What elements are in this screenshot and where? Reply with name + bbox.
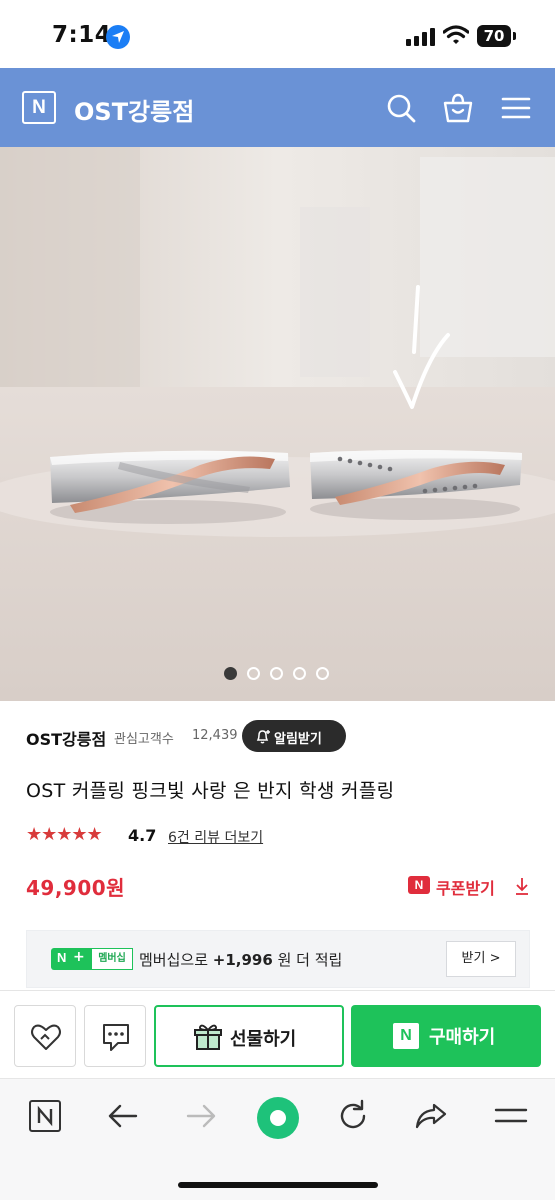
rating-row: ★★★★★ 4.7 6건 리뷰 더보기 bbox=[26, 824, 326, 846]
naver-badge: N bbox=[408, 876, 430, 894]
gift-button[interactable]: 선물하기 bbox=[154, 1005, 344, 1067]
status-time: 7:14 bbox=[52, 22, 112, 48]
store-info-row: OST강릉점 관심고객수 12,439 알림받기 bbox=[26, 720, 536, 752]
store-title[interactable]: OST강릉점 bbox=[74, 92, 194, 127]
menu-icon[interactable] bbox=[494, 1099, 534, 1139]
alarm-subscribe-button[interactable]: 알림받기 bbox=[242, 720, 346, 752]
coupon-label: 쿠폰받기 bbox=[436, 879, 495, 898]
search-icon[interactable] bbox=[385, 92, 417, 124]
menu-icon[interactable] bbox=[500, 92, 532, 124]
store-name-link[interactable]: OST강릉점 bbox=[26, 726, 106, 750]
star-rating-icon: ★★★★★ bbox=[26, 824, 103, 845]
bell-plus-icon bbox=[256, 730, 270, 744]
membership-badge-n: N bbox=[57, 950, 67, 965]
buy-button[interactable]: N 구매하기 bbox=[351, 1005, 541, 1067]
download-icon bbox=[516, 878, 528, 895]
membership-points: +1,996 bbox=[212, 951, 273, 969]
membership-receive-button[interactable]: 받기 > bbox=[446, 941, 516, 977]
product-price: 49,900원 bbox=[26, 876, 126, 900]
carousel-dot[interactable] bbox=[270, 667, 283, 680]
product-image-carousel[interactable] bbox=[0, 147, 555, 701]
carousel-dot[interactable] bbox=[247, 667, 260, 680]
carousel-dot[interactable] bbox=[293, 667, 306, 680]
talk-button[interactable] bbox=[84, 1005, 146, 1067]
battery-indicator: 70 bbox=[477, 25, 516, 47]
gift-button-label: 선물하기 bbox=[230, 1029, 297, 1050]
alarm-button-label: 알림받기 bbox=[274, 732, 322, 747]
coupon-download-button[interactable]: N 쿠폰받기 bbox=[408, 874, 533, 898]
location-arrow-icon bbox=[106, 25, 130, 49]
purchase-bar: 선물하기 N 구매하기 bbox=[0, 990, 555, 1078]
naver-pay-badge: N bbox=[393, 1023, 419, 1049]
refresh-icon[interactable] bbox=[336, 1099, 376, 1139]
membership-badge-plus: + bbox=[73, 949, 85, 965]
naver-logo[interactable]: N bbox=[22, 91, 56, 124]
gift-icon bbox=[194, 1024, 222, 1050]
store-header: N OST강릉점 bbox=[0, 68, 555, 147]
rating-value: 4.7 bbox=[128, 826, 157, 845]
wishlist-button[interactable] bbox=[14, 1005, 76, 1067]
share-icon[interactable] bbox=[414, 1099, 454, 1139]
forward-arrow-icon[interactable] bbox=[184, 1099, 224, 1139]
product-title: OST 커플링 핑크빛 사랑 은 반지 학생 커플링 bbox=[26, 780, 395, 802]
green-dot-home-icon[interactable] bbox=[257, 1097, 299, 1139]
membership-banner: N + 멤버십 멤버십으로 +1,996 원 더 적립 받기 > bbox=[26, 930, 530, 988]
cellular-signal-icon bbox=[406, 28, 435, 46]
home-indicator bbox=[178, 1182, 378, 1188]
status-bar: 7:14 70 bbox=[0, 0, 555, 68]
membership-badge-label: 멤버십 bbox=[91, 948, 133, 970]
buy-button-label: 구매하기 bbox=[429, 1027, 496, 1048]
fans-count: 12,439 bbox=[192, 728, 238, 743]
membership-badge: N + 멤버십 bbox=[51, 948, 133, 970]
carousel-dot[interactable] bbox=[316, 667, 329, 680]
shopping-bag-icon[interactable] bbox=[442, 92, 474, 124]
back-arrow-icon[interactable] bbox=[106, 1099, 146, 1139]
membership-points-text: 멤버십으로 +1,996 원 더 적립 bbox=[139, 949, 342, 970]
membership-text-post: 원 더 적립 bbox=[272, 951, 343, 969]
wifi-icon bbox=[443, 25, 469, 44]
naver-home-icon[interactable] bbox=[28, 1099, 68, 1139]
carousel-dot[interactable] bbox=[224, 667, 237, 680]
product-photo bbox=[0, 147, 555, 701]
fans-label: 관심고객수 bbox=[114, 732, 174, 747]
review-link[interactable]: 6건 리뷰 더보기 bbox=[168, 827, 263, 847]
heart-icon bbox=[31, 1024, 61, 1050]
chat-icon bbox=[103, 1024, 129, 1051]
membership-text-pre: 멤버십으로 bbox=[139, 951, 213, 969]
